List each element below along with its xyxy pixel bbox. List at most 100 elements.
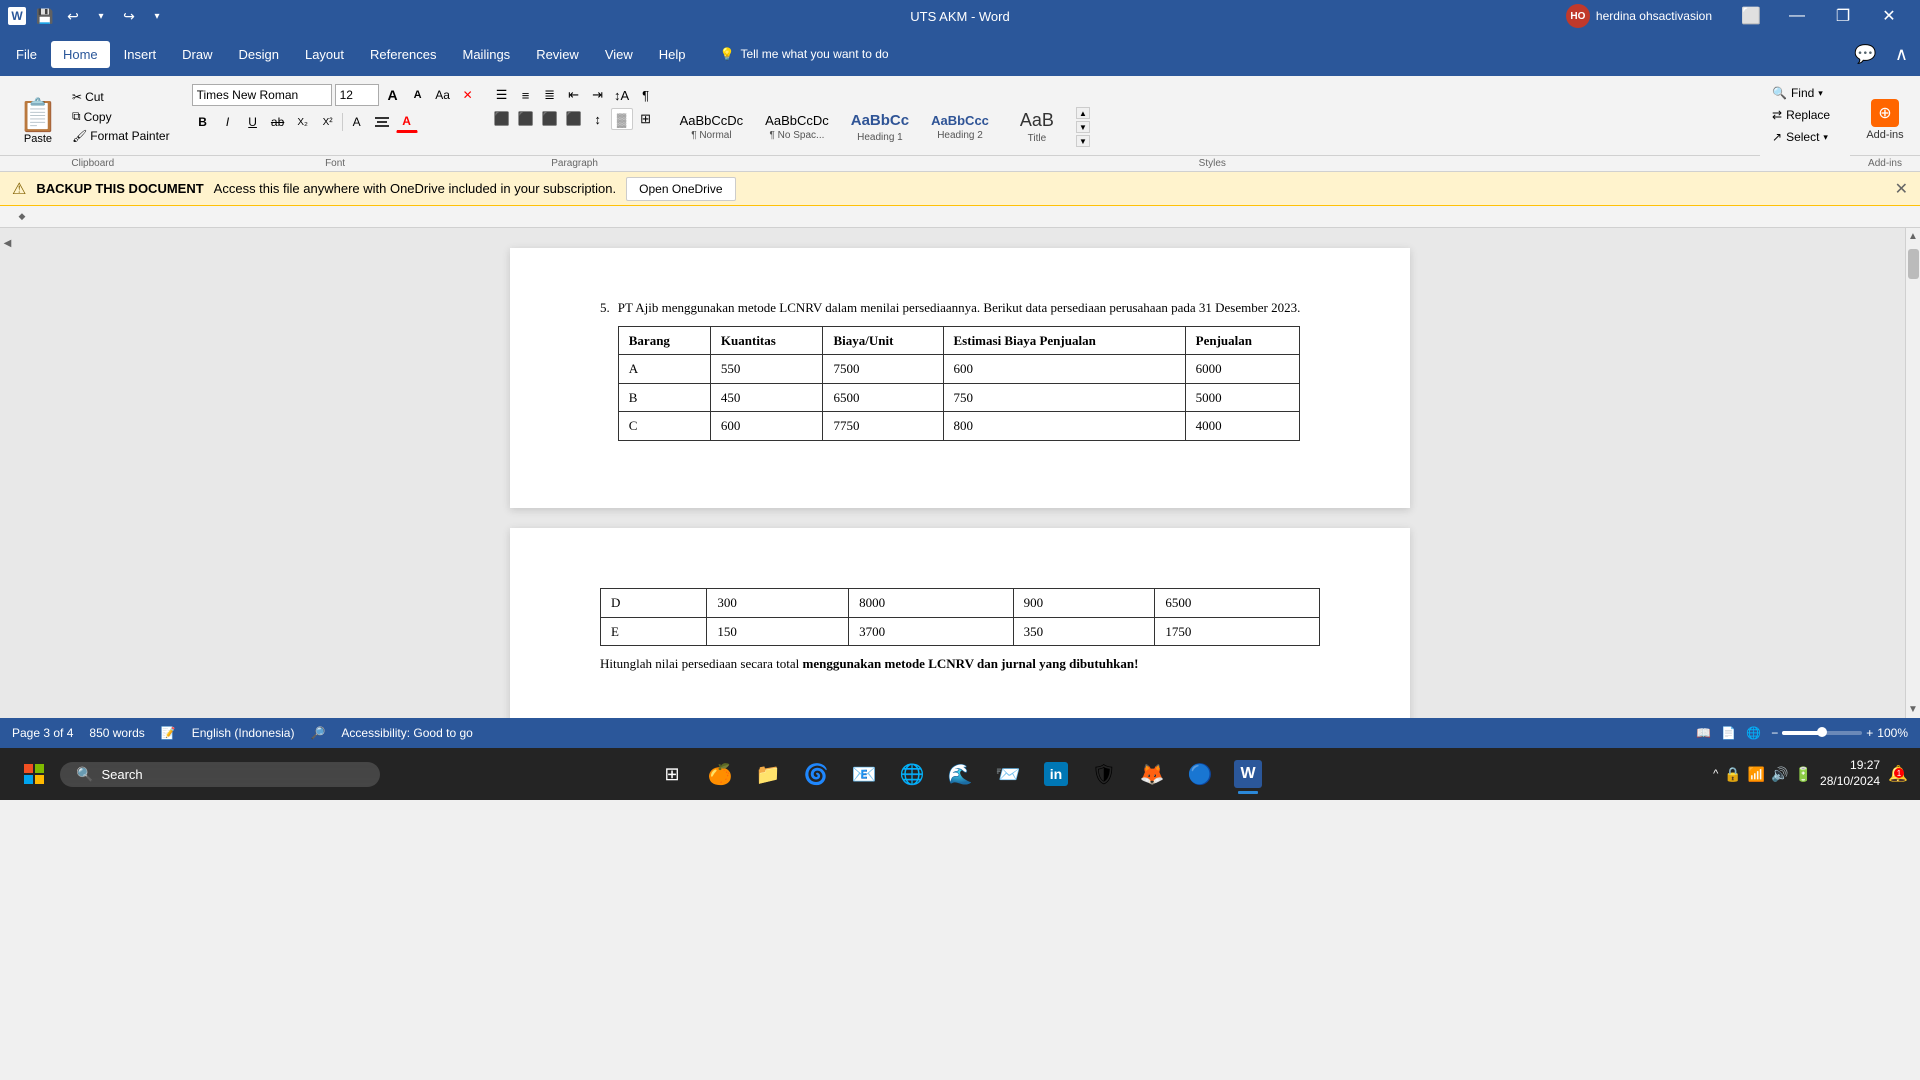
outlook-button[interactable]: 📨: [986, 752, 1030, 796]
underline-button[interactable]: U: [242, 111, 264, 133]
restore-button[interactable]: ❐: [1820, 0, 1866, 32]
decrease-indent-button[interactable]: ⇤: [563, 84, 585, 106]
find-button[interactable]: 🔍 Find ▾: [1766, 84, 1829, 102]
style-no-spacing-button[interactable]: AaBbCcDc ¶ No Spac...: [756, 99, 838, 155]
print-layout-button[interactable]: 📄: [1721, 726, 1736, 740]
menu-mailings[interactable]: Mailings: [451, 41, 523, 68]
italic-button[interactable]: I: [217, 111, 239, 133]
search-bar[interactable]: 🔍 Search: [60, 762, 380, 787]
multilevel-list-button[interactable]: ≣: [539, 84, 561, 106]
scroll-thumb[interactable]: [1908, 249, 1919, 279]
menu-layout[interactable]: Layout: [293, 41, 356, 68]
subscript-button[interactable]: X₂: [292, 111, 314, 133]
widgets-button[interactable]: 🍊: [698, 752, 742, 796]
shading-button[interactable]: ▓: [611, 108, 633, 130]
paste-button[interactable]: 📋 Paste: [12, 88, 64, 155]
show-formatting-button[interactable]: ¶: [635, 84, 657, 106]
sort-button[interactable]: ↕A: [611, 84, 633, 106]
ribbon-display-button[interactable]: ⬜: [1728, 0, 1774, 32]
add-ins-button[interactable]: ⊕ Add-ins: [1858, 95, 1911, 145]
notification-close-button[interactable]: ✕: [1895, 179, 1908, 199]
font-size-input[interactable]: [335, 84, 379, 106]
styles-more-button[interactable]: ▼: [1076, 135, 1090, 147]
comments-button[interactable]: 💬: [1846, 40, 1884, 69]
tray-chevron[interactable]: ^: [1713, 768, 1718, 780]
word-taskbar-button[interactable]: W: [1226, 752, 1270, 796]
redo-button[interactable]: ↪: [116, 3, 142, 29]
menu-insert[interactable]: Insert: [112, 41, 169, 68]
grow-font-button[interactable]: A: [382, 84, 404, 106]
word-icon: W: [1234, 760, 1262, 788]
justify-button[interactable]: ⬛: [563, 108, 585, 130]
superscript-button[interactable]: X²: [317, 111, 339, 133]
start-button[interactable]: [12, 752, 56, 796]
shrink-font-button[interactable]: A: [407, 84, 429, 106]
numbering-button[interactable]: ≡: [515, 84, 537, 106]
user-avatar[interactable]: HO: [1566, 4, 1590, 28]
align-center-button[interactable]: ⬛: [515, 108, 537, 130]
style-heading1-button[interactable]: AaBbCc Heading 1: [842, 99, 918, 155]
align-right-button[interactable]: ⬛: [539, 108, 561, 130]
read-mode-button[interactable]: 📖: [1696, 726, 1711, 740]
ribbon-collapse-button[interactable]: ∧: [1887, 40, 1916, 69]
format-painter-button[interactable]: 🖌 Format Painter: [68, 127, 174, 145]
zoom-in-button[interactable]: +: [1866, 726, 1873, 740]
save-button[interactable]: 💾: [32, 3, 58, 29]
firefox-button[interactable]: 🦊: [1130, 752, 1174, 796]
task-view-button[interactable]: ⊞: [650, 752, 694, 796]
font-name-input[interactable]: [192, 84, 332, 106]
minimize-button[interactable]: —: [1774, 0, 1820, 32]
style-title-button[interactable]: AaB Title: [1002, 99, 1072, 155]
scroll-up-button[interactable]: ▲: [1905, 228, 1920, 245]
menu-bar: File Home Insert Draw Design Layout Refe…: [0, 32, 1920, 76]
strikethrough-button[interactable]: ab: [267, 111, 289, 133]
change-case-button[interactable]: Aa: [432, 84, 454, 106]
text-highlight-button[interactable]: A: [346, 111, 368, 133]
chrome-button[interactable]: 🌐: [890, 752, 934, 796]
layout-marker[interactable]: ◀: [4, 238, 12, 249]
scroll-down-button[interactable]: ▼: [1905, 701, 1920, 718]
style-normal-button[interactable]: AaBbCcDc ¶ Normal: [671, 99, 753, 155]
copy-button[interactable]: ⧉ Copy: [68, 107, 174, 126]
replace-button[interactable]: ⇄ Replace: [1766, 106, 1836, 124]
web-layout-button[interactable]: 🌐: [1746, 726, 1761, 740]
undo-button[interactable]: ↩: [60, 3, 86, 29]
menu-draw[interactable]: Draw: [170, 41, 224, 68]
increase-indent-button[interactable]: ⇥: [587, 84, 609, 106]
file-explorer-button[interactable]: 📁: [746, 752, 790, 796]
zoom-out-button[interactable]: −: [1771, 726, 1778, 740]
font-color-button[interactable]: A: [396, 111, 418, 133]
styles-scroll-up[interactable]: ▲: [1076, 107, 1090, 119]
menu-file[interactable]: File: [4, 41, 49, 68]
more-apps-button[interactable]: 🔵: [1178, 752, 1222, 796]
cut-button[interactable]: ✂ Cut: [68, 88, 174, 106]
menu-view[interactable]: View: [593, 41, 645, 68]
clear-formatting-button[interactable]: ✕: [457, 84, 479, 106]
styles-scroll-down[interactable]: ▼: [1076, 121, 1090, 133]
edge-button[interactable]: 🌊: [938, 752, 982, 796]
time-display[interactable]: 19:27 28/10/2024: [1820, 758, 1880, 789]
line-spacing-button[interactable]: ↕: [587, 108, 609, 130]
teams-button[interactable]: 🌀: [794, 752, 838, 796]
tell-me-bar[interactable]: 💡 Tell me what you want to do: [720, 47, 889, 61]
notification-center-button[interactable]: 🔔 1: [1888, 764, 1908, 784]
linkedin-button[interactable]: in: [1034, 752, 1078, 796]
menu-references[interactable]: References: [358, 41, 448, 68]
menu-home[interactable]: Home: [51, 41, 110, 68]
bullets-button[interactable]: ☰: [491, 84, 513, 106]
customize-quick-access[interactable]: ▾: [144, 3, 170, 29]
antivirus-button[interactable]: 🛡: [1082, 752, 1126, 796]
close-button[interactable]: ✕: [1866, 0, 1912, 32]
open-onedrive-button[interactable]: Open OneDrive: [626, 177, 735, 201]
menu-design[interactable]: Design: [227, 41, 291, 68]
align-left-para-button[interactable]: ⬛: [491, 108, 513, 130]
undo-arrow[interactable]: ▾: [88, 3, 114, 29]
zoom-slider[interactable]: [1782, 731, 1862, 735]
bold-button[interactable]: B: [192, 111, 214, 133]
menu-help[interactable]: Help: [647, 41, 698, 68]
borders-button[interactable]: ⊞: [635, 108, 657, 130]
mail-button[interactable]: 📧: [842, 752, 886, 796]
menu-review[interactable]: Review: [524, 41, 591, 68]
style-heading2-button[interactable]: AaBbCcc Heading 2: [922, 99, 998, 155]
select-button[interactable]: ↗ Select ▾: [1766, 128, 1834, 146]
